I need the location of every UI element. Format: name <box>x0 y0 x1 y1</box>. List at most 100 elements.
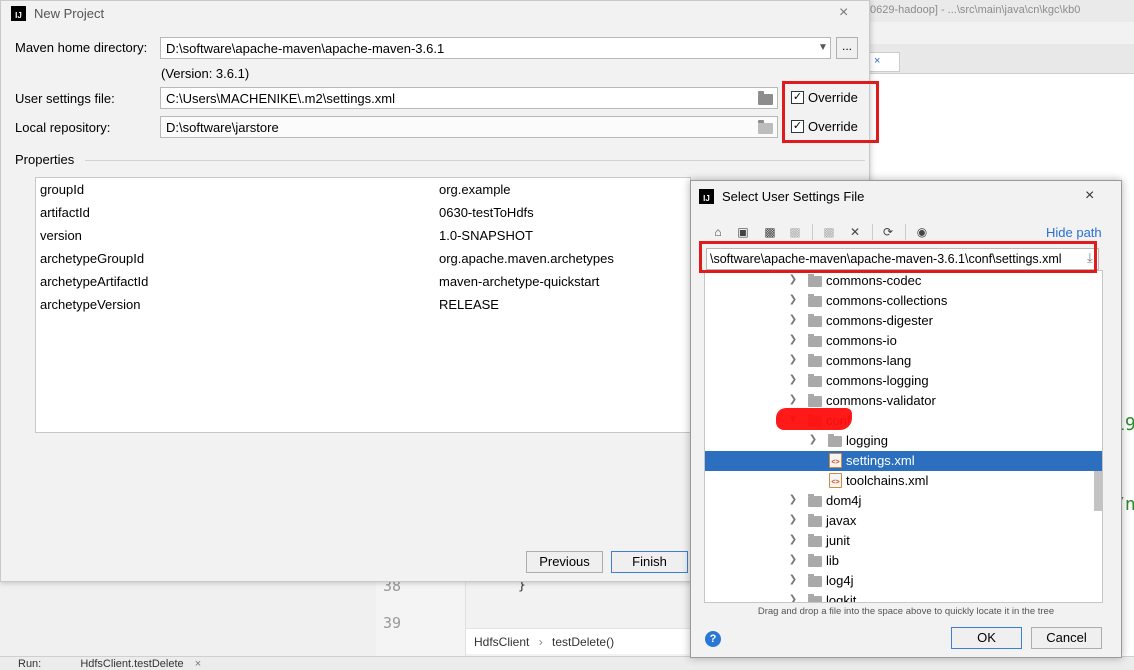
browse-maven-home-button[interactable]: ... <box>836 37 858 59</box>
tree-item[interactable]: ❯ lib <box>705 551 1102 571</box>
module-folder-icon[interactable]: ▩ <box>788 225 802 239</box>
chevron-right-icon[interactable]: ❯ <box>787 514 799 525</box>
property-value[interactable]: 0630-testToHdfs <box>439 205 534 220</box>
table-row[interactable]: archetypeVersion RELEASE <box>36 293 690 316</box>
chevron-right-icon[interactable]: ❯ <box>787 354 799 365</box>
separator <box>812 224 813 240</box>
property-key: artifactId <box>40 205 90 220</box>
chevron-right-icon[interactable]: ❯ <box>787 374 799 385</box>
tree-item-label: commons-io <box>826 333 897 348</box>
chevron-right-icon[interactable]: ❯ <box>787 394 799 405</box>
folder-icon <box>808 394 822 407</box>
cancel-button[interactable]: Cancel <box>1031 627 1102 649</box>
project-folder-icon[interactable]: ▩ <box>763 225 777 239</box>
select-settings-titlebar: IJ Select User Settings File <box>691 181 1121 211</box>
tree-item-label: junit <box>826 533 850 548</box>
tree-item-label: commons-collections <box>826 293 948 308</box>
properties-label: Properties <box>15 152 75 167</box>
folder-icon <box>808 514 822 527</box>
table-row[interactable]: version 1.0-SNAPSHOT <box>36 224 690 247</box>
chevron-right-icon[interactable]: ❯ <box>787 314 799 325</box>
tree-item[interactable]: ❯ commons-collections <box>705 291 1102 311</box>
run-label: Run: <box>18 658 42 670</box>
xml-file-icon <box>829 473 842 488</box>
new-project-titlebar: IJ New Project <box>1 1 869 25</box>
finish-button[interactable]: Finish <box>611 551 688 573</box>
tree-scrollbar[interactable] <box>1094 471 1102 511</box>
close-icon[interactable]: × <box>839 4 848 22</box>
folder-icon[interactable] <box>758 91 773 105</box>
chevron-right-icon[interactable]: ❯ <box>787 534 799 545</box>
tree-item[interactable]: ❯ commons-codec <box>705 271 1102 291</box>
user-settings-field[interactable]: C:\Users\MACHENIKE\.m2\settings.xml <box>160 87 778 109</box>
property-key: version <box>40 228 82 243</box>
ide-editor-tab-close[interactable]: × <box>870 52 900 72</box>
file-tree[interactable]: ❯ commons-codec ❯ commons-collections ❯ … <box>704 270 1103 603</box>
new-folder-icon[interactable]: ▩ <box>822 225 836 239</box>
red-scribble-annotation <box>776 408 852 430</box>
chevron-right-icon[interactable]: ❯ <box>807 434 819 445</box>
folder-icon <box>828 434 842 447</box>
folder-icon[interactable] <box>758 120 773 134</box>
property-key: archetypeVersion <box>40 297 141 312</box>
maven-home-label: Maven home directory: <box>15 40 148 55</box>
desktop-icon[interactable]: ▣ <box>736 225 750 239</box>
table-row[interactable]: artifactId 0630-testToHdfs <box>36 201 690 224</box>
tree-item[interactable]: ❯ javax <box>705 511 1102 531</box>
tree-item[interactable]: ❯ commons-io <box>705 331 1102 351</box>
table-row[interactable]: archetypeArtifactId maven-archetype-quic… <box>36 270 690 293</box>
maven-home-combo[interactable]: D:\software\apache-maven\apache-maven-3.… <box>160 37 831 59</box>
hide-path-link[interactable]: Hide path <box>1046 225 1102 240</box>
ide-title-fragment: 0629-hadoop] - ...\src\main\java\cn\kgc\… <box>870 0 1134 22</box>
property-value[interactable]: 1.0-SNAPSHOT <box>439 228 533 243</box>
table-row[interactable]: groupId org.example <box>36 178 690 201</box>
tree-item[interactable]: toolchains.xml <box>705 471 1102 491</box>
previous-button[interactable]: Previous <box>526 551 603 573</box>
folder-icon <box>808 374 822 387</box>
property-value[interactable]: RELEASE <box>439 297 499 312</box>
tree-item-selected[interactable]: settings.xml <box>705 451 1102 471</box>
chevron-right-icon[interactable]: ❯ <box>787 574 799 585</box>
breadcrumb-method[interactable]: testDelete() <box>552 635 614 649</box>
show-hidden-icon[interactable]: ◉ <box>915 225 929 239</box>
chevron-right-icon[interactable]: ❯ <box>787 294 799 305</box>
close-icon[interactable]: × <box>1085 187 1094 205</box>
chevron-right-icon[interactable]: ❯ <box>787 554 799 565</box>
tree-item-label: logging <box>846 433 888 448</box>
run-tab-close-icon[interactable]: × <box>195 658 201 670</box>
help-icon[interactable]: ? <box>705 631 721 647</box>
tree-item[interactable]: ❯ log4j <box>705 571 1102 591</box>
separator <box>905 224 906 240</box>
tree-item[interactable]: ❯ logkit <box>705 591 1102 602</box>
ok-button[interactable]: OK <box>951 627 1022 649</box>
chevron-right-icon[interactable]: ❯ <box>787 274 799 285</box>
refresh-icon[interactable]: ⟳ <box>881 225 895 239</box>
tree-item[interactable]: ❯ commons-digester <box>705 311 1102 331</box>
tree-item[interactable]: ❯ dom4j <box>705 491 1102 511</box>
properties-table[interactable]: groupId org.example artifactId 0630-test… <box>35 177 691 433</box>
property-value[interactable]: maven-archetype-quickstart <box>439 274 599 289</box>
folder-icon <box>808 334 822 347</box>
folder-icon <box>808 574 822 587</box>
tree-item[interactable]: ❯ commons-lang <box>705 351 1102 371</box>
property-value[interactable]: org.example <box>439 182 511 197</box>
property-value[interactable]: org.apache.maven.archetypes <box>439 251 614 266</box>
tree-item[interactable]: ▼ conf <box>705 411 1102 431</box>
table-row[interactable]: archetypeGroupId org.apache.maven.archet… <box>36 247 690 270</box>
home-icon[interactable]: ⌂ <box>711 225 725 239</box>
chevron-right-icon[interactable]: ❯ <box>787 494 799 505</box>
tree-item[interactable]: ❯ commons-validator <box>705 391 1102 411</box>
delete-icon[interactable]: ✕ <box>848 225 862 239</box>
tree-item[interactable]: ❯ commons-logging <box>705 371 1102 391</box>
chevron-right-icon[interactable]: ❯ <box>787 594 799 602</box>
chevron-down-icon[interactable]: ▼ <box>816 38 830 58</box>
line-number: 39 <box>383 614 402 632</box>
maven-version-text: (Version: 3.6.1) <box>161 66 250 81</box>
breadcrumb-class[interactable]: HdfsClient <box>474 635 529 649</box>
tree-item[interactable]: ❯ logging <box>705 431 1102 451</box>
run-config-tab[interactable]: HdfsClient.testDelete <box>80 658 183 670</box>
folder-icon <box>808 354 822 367</box>
chevron-right-icon[interactable]: ❯ <box>787 334 799 345</box>
local-repository-field[interactable]: D:\software\jarstore <box>160 116 778 138</box>
tree-item[interactable]: ❯ junit <box>705 531 1102 551</box>
